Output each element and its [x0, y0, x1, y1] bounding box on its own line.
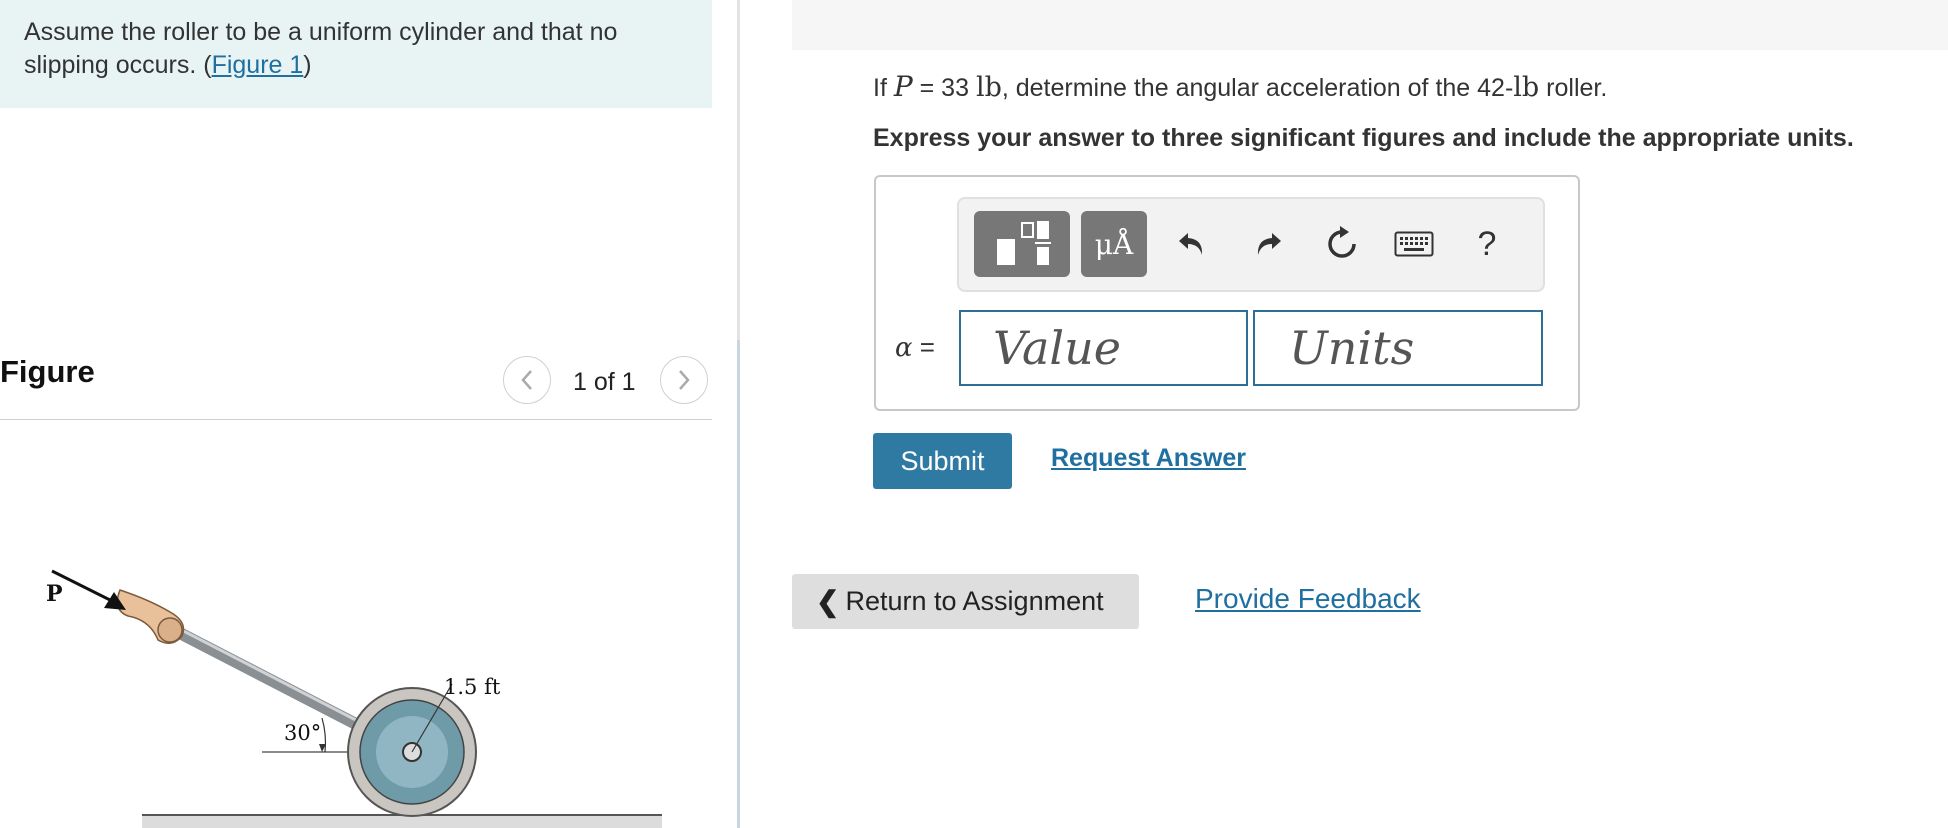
figure-header: Figure 1 of 1: [0, 348, 712, 420]
figure-pager-count: 1 of 1: [573, 368, 636, 396]
answer-instruction: Express your answer to three significant…: [873, 124, 1854, 152]
request-answer-link[interactable]: Request Answer: [1051, 444, 1246, 473]
intro-text: Assume the roller to be a uniform cylind…: [24, 18, 618, 79]
keyboard-button[interactable]: [1389, 219, 1439, 269]
units-input[interactable]: [1253, 310, 1543, 386]
question-unit2: lb: [1513, 72, 1540, 103]
next-figure-button[interactable]: [660, 356, 708, 404]
radius-label: 1.5 ft: [444, 675, 501, 699]
top-strip: [792, 0, 1948, 50]
roller-diagram: P 30° 1.5 ft: [46, 569, 662, 828]
chevron-left-icon: ❮: [816, 586, 840, 617]
question-middle: , determine the angular acceleration of …: [1001, 74, 1514, 102]
return-to-assignment-button[interactable]: ❮ Return to Assignment: [792, 574, 1139, 629]
help-button[interactable]: ?: [1462, 219, 1512, 269]
force-label: P: [46, 581, 63, 607]
symbols-button[interactable]: μÅ: [1081, 211, 1147, 277]
submit-button[interactable]: Submit: [873, 433, 1012, 489]
figure-title: Figure: [0, 354, 95, 389]
undo-icon: [1179, 233, 1203, 255]
math-toolbar: μÅ ?: [957, 197, 1545, 292]
question-unit: lb: [975, 72, 1002, 103]
return-label: Return to Assignment: [845, 586, 1104, 616]
reset-button[interactable]: [1317, 219, 1367, 269]
intro-text-end: ): [303, 51, 312, 79]
value-input[interactable]: [959, 310, 1248, 386]
angle-label: 30°: [284, 721, 321, 745]
templates-icon: [997, 221, 1051, 265]
intro-box: Assume the roller to be a uniform cylind…: [0, 0, 712, 108]
question-text: If P = 33 lb, determine the angular acce…: [873, 70, 1607, 103]
reset-icon: [1328, 226, 1356, 258]
chevron-left-icon: [521, 370, 532, 390]
redo-icon: [1257, 233, 1281, 255]
provide-feedback-link[interactable]: Provide Feedback: [1195, 583, 1421, 615]
redo-button[interactable]: [1243, 219, 1293, 269]
alpha-equals: =: [912, 332, 935, 362]
undo-button[interactable]: [1167, 219, 1217, 269]
keyboard-icon: [1394, 231, 1434, 257]
question-symbol: P: [893, 70, 913, 103]
left-panel: Assume the roller to be a uniform cylind…: [0, 0, 740, 828]
alpha-symbol: α: [895, 333, 913, 363]
question-prefix: If: [873, 74, 894, 102]
panel-divider-handle[interactable]: [737, 340, 740, 828]
chevron-right-icon: [679, 370, 690, 390]
figure-link[interactable]: Figure 1: [212, 51, 304, 79]
previous-figure-button[interactable]: [503, 356, 551, 404]
question-suffix: roller.: [1539, 74, 1608, 102]
handle-knob: [157, 617, 183, 643]
answer-variable-label: α =: [895, 332, 935, 363]
templates-button[interactable]: [974, 211, 1070, 277]
question-equals: = 33: [912, 74, 976, 102]
